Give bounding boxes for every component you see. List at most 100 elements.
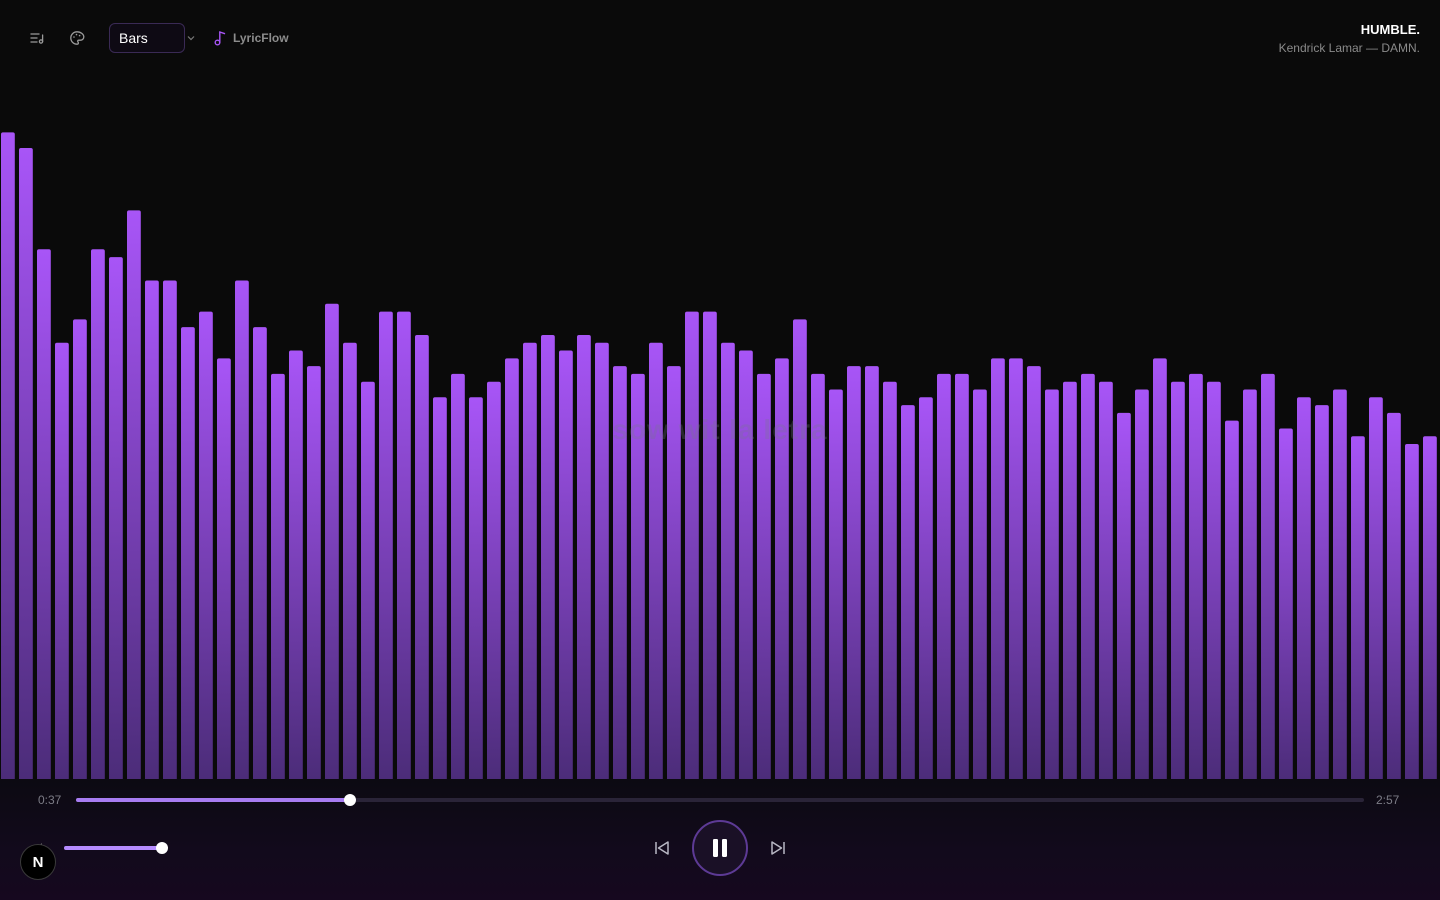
theme-button[interactable] bbox=[65, 26, 89, 50]
n-badge[interactable]: N bbox=[20, 844, 56, 880]
visualizer-bar bbox=[703, 311, 717, 779]
visualizer-bar bbox=[829, 389, 843, 779]
visualizer-bar bbox=[1153, 358, 1167, 779]
visualizer-bar bbox=[289, 350, 303, 779]
visualizer-bar bbox=[577, 334, 591, 779]
visualizer-bar bbox=[1279, 428, 1293, 779]
visualizer-bar bbox=[1243, 389, 1257, 779]
visualizer-bar bbox=[811, 373, 825, 779]
visualizer-bar bbox=[235, 280, 249, 779]
visualizer-bar bbox=[163, 280, 177, 779]
visualizer-bar bbox=[55, 342, 69, 779]
visualizer-bar bbox=[181, 327, 195, 779]
visualizer-bar bbox=[919, 397, 933, 779]
visualizer-app: sow wit la letra Bars LyricFlow HUMBLE. … bbox=[0, 0, 1440, 900]
visualizer-bar bbox=[217, 358, 231, 779]
skip-next-icon bbox=[771, 841, 785, 855]
visualizer-bar bbox=[1027, 366, 1041, 779]
visualizer-bar bbox=[973, 389, 987, 779]
progress-slider[interactable] bbox=[76, 794, 1364, 806]
visualizer-bar bbox=[883, 381, 897, 779]
visualizer-bar bbox=[343, 342, 357, 779]
visualizer-bar bbox=[559, 350, 573, 779]
visualizer-mode-select[interactable]: Bars bbox=[109, 23, 185, 53]
visualizer-bar bbox=[775, 358, 789, 779]
visualizer-bar bbox=[253, 327, 267, 779]
visualizer-bar bbox=[523, 342, 537, 779]
visualizer-bar bbox=[541, 334, 555, 779]
volume-thumb[interactable] bbox=[156, 842, 168, 854]
volume-slider[interactable] bbox=[64, 842, 168, 854]
visualizer-bar bbox=[1225, 420, 1239, 779]
visualizer-bar bbox=[379, 311, 393, 779]
previous-button[interactable] bbox=[648, 834, 676, 862]
visualizer-bar bbox=[1, 132, 15, 779]
visualizer-bar bbox=[1387, 412, 1401, 779]
queue-list-icon bbox=[30, 33, 44, 44]
visualizer-bar bbox=[847, 366, 861, 779]
n-badge-label: N bbox=[32, 853, 44, 871]
visualizer-bar bbox=[757, 373, 771, 779]
visualizer-bar bbox=[937, 373, 951, 779]
progress-fill bbox=[76, 798, 351, 802]
visualizer-bar bbox=[487, 381, 501, 779]
visualizer-bar bbox=[1171, 381, 1185, 779]
visualizer-bar bbox=[1261, 373, 1275, 779]
visualizer-bar bbox=[37, 249, 51, 779]
visualizer-bar bbox=[901, 405, 915, 779]
visualizer-bar bbox=[1423, 436, 1437, 779]
elapsed-time: 0:37 bbox=[38, 793, 62, 807]
visualizer-bar bbox=[73, 319, 87, 779]
progress-thumb[interactable] bbox=[344, 794, 357, 806]
visualizer-bar bbox=[1189, 373, 1203, 779]
visualizer-bar bbox=[1333, 389, 1347, 779]
visualizer-bar bbox=[91, 249, 105, 779]
visualizer-bar bbox=[1045, 389, 1059, 779]
palette-icon bbox=[70, 31, 85, 45]
visualizer-bar bbox=[1207, 381, 1221, 779]
pause-icon bbox=[713, 839, 727, 857]
player-controls: 0:37 2:57 N bbox=[0, 779, 1440, 900]
volume-fill bbox=[64, 846, 162, 850]
visualizer-bar bbox=[271, 373, 285, 779]
play-pause-button[interactable] bbox=[692, 820, 748, 876]
next-button[interactable] bbox=[764, 834, 792, 862]
visualizer-bar bbox=[1063, 381, 1077, 779]
visualizer-bar bbox=[685, 311, 699, 779]
visualizer-bar bbox=[1297, 397, 1311, 779]
visualizer-bar bbox=[955, 373, 969, 779]
visualizer-bar bbox=[1135, 389, 1149, 779]
visualizer-bar bbox=[1369, 397, 1383, 779]
visualizer-bar bbox=[19, 148, 33, 779]
visualizer-bar bbox=[505, 358, 519, 779]
visualizer-bar bbox=[1405, 444, 1419, 779]
visualizer-bar bbox=[721, 342, 735, 779]
playlist-button[interactable] bbox=[25, 26, 49, 50]
visualizer-bar bbox=[451, 373, 465, 779]
visualizer-bar bbox=[613, 366, 627, 779]
audio-visualizer bbox=[1, 132, 1437, 779]
visualizer-bar bbox=[433, 397, 447, 779]
visualizer-bar bbox=[1351, 436, 1365, 779]
visualizer-bar bbox=[1099, 381, 1113, 779]
brand: LyricFlow bbox=[213, 29, 289, 47]
skip-previous-icon bbox=[655, 841, 669, 855]
visualizer-bar bbox=[415, 334, 429, 779]
visualizer-bar bbox=[127, 210, 141, 779]
visualizer-bar bbox=[865, 366, 879, 779]
music-note-icon bbox=[214, 31, 226, 46]
brand-label: LyricFlow bbox=[233, 31, 289, 45]
visualizer-bar bbox=[397, 311, 411, 779]
visualizer-bar bbox=[1117, 412, 1131, 779]
visualizer-bar bbox=[109, 257, 123, 779]
visualizer-bar bbox=[667, 366, 681, 779]
visualizer-bar bbox=[361, 381, 375, 779]
chevron-down-icon[interactable] bbox=[186, 33, 196, 43]
visualizer-bar bbox=[199, 311, 213, 779]
visualizer-bar bbox=[307, 366, 321, 779]
now-playing-info: HUMBLE. Kendrick Lamar — DAMN. bbox=[1279, 22, 1420, 56]
visualizer-bar bbox=[1009, 358, 1023, 779]
visualizer-bar bbox=[991, 358, 1005, 779]
visualizer-bar bbox=[145, 280, 159, 779]
track-title: HUMBLE. bbox=[1360, 22, 1420, 37]
